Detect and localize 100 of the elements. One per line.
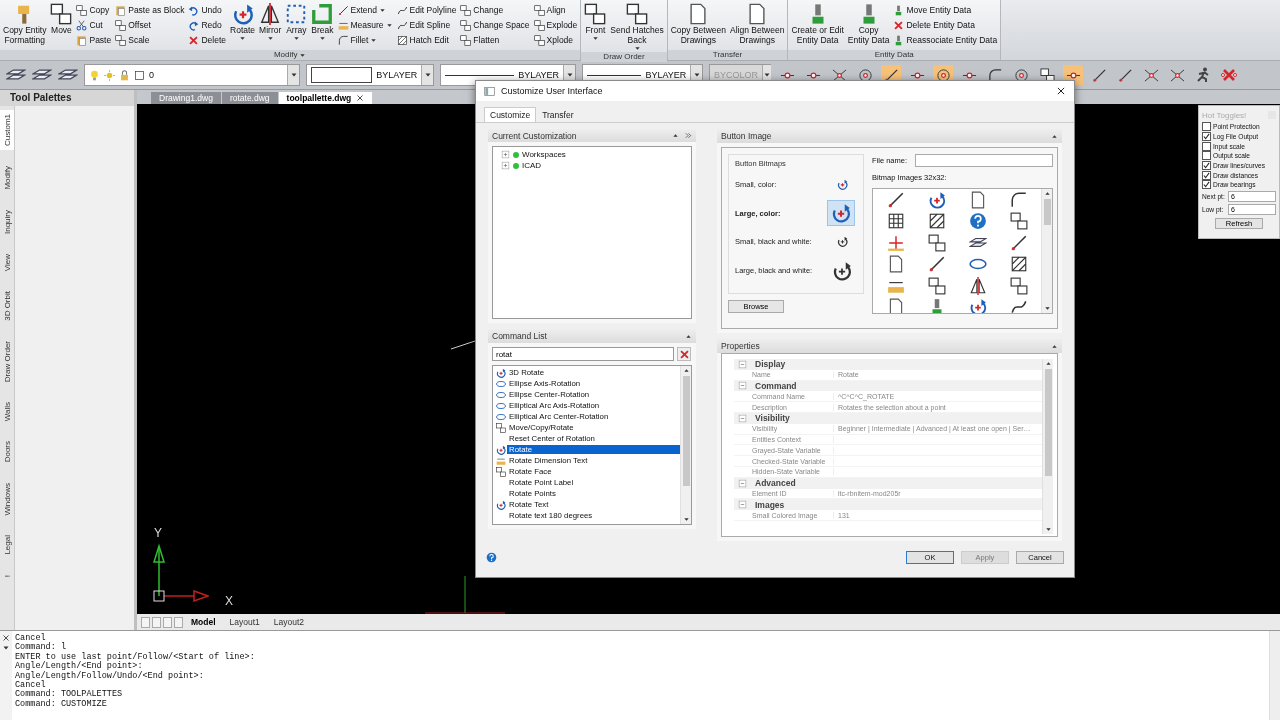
tree-item[interactable]: ICAD xyxy=(522,161,542,171)
tool-button[interactable]: Xplode xyxy=(532,33,579,47)
scrollbar-thumb[interactable] xyxy=(1043,199,1051,225)
tool-button[interactable]: Copy Entity Formatting xyxy=(2,3,48,45)
caret-icon xyxy=(318,35,326,42)
tool-button[interactable]: Measure xyxy=(336,18,394,32)
axis-label: X xyxy=(225,594,233,608)
squares-icon xyxy=(50,3,73,25)
checkbox[interactable] xyxy=(1202,151,1211,161)
tool-button[interactable]: Extend xyxy=(336,3,394,17)
caret-icon xyxy=(299,51,307,59)
scrollbar[interactable] xyxy=(1042,359,1053,534)
palette-tab[interactable]: Modify xyxy=(0,162,14,194)
checkbox[interactable] xyxy=(1202,180,1211,190)
palette-tab[interactable]: Inquiry xyxy=(0,205,14,238)
tool-button[interactable]: Hatch Edit xyxy=(395,33,458,47)
tool-button[interactable]: Redo xyxy=(187,18,228,32)
palette-tab[interactable]: Walls xyxy=(0,397,14,426)
dialog-tab[interactable]: Customize xyxy=(484,107,537,122)
tool-button[interactable]: Copy Between Drawings xyxy=(669,3,728,45)
palette-tab[interactable]: Draw Order xyxy=(0,336,14,386)
caret-icon xyxy=(2,644,10,652)
layout-tab[interactable]: Model xyxy=(185,617,222,627)
tool-button[interactable]: Scale xyxy=(114,33,186,47)
tool-button[interactable]: Copy Entity Data xyxy=(846,3,891,45)
tool-button[interactable]: Create or Edit Entity Data xyxy=(790,3,845,45)
palette-tab[interactable]: Custom1 xyxy=(0,110,14,150)
checkbox[interactable] xyxy=(1202,161,1211,171)
file-name-field[interactable] xyxy=(915,154,1053,167)
scrollbar[interactable] xyxy=(680,366,691,524)
color-dropdown[interactable]: BYLAYER xyxy=(306,64,434,86)
tool-button[interactable]: Reassociate Entity Data xyxy=(892,33,999,47)
tool-button[interactable]: Change xyxy=(459,3,531,17)
tool-button[interactable]: Undo xyxy=(187,3,228,17)
tool-button[interactable]: Align xyxy=(532,3,579,17)
tool-button[interactable]: Cut xyxy=(75,18,113,32)
tool-button[interactable]: Offset xyxy=(114,18,186,32)
tool-button[interactable]: Break xyxy=(310,3,335,42)
snap-point-icon xyxy=(1143,67,1159,83)
search-field[interactable]: rotat xyxy=(492,347,674,361)
undo-icon xyxy=(188,4,200,16)
scrollbar-thumb[interactable] xyxy=(1044,369,1052,476)
tool-button[interactable]: Move Entity Data xyxy=(892,3,999,17)
palette-tab[interactable]: Windows xyxy=(0,478,14,519)
palette-tab[interactable]: ! xyxy=(0,570,14,581)
tool-button[interactable]: Move xyxy=(49,3,74,35)
tool-button[interactable]: Explode xyxy=(532,18,579,32)
panel-title: Button Image xyxy=(721,131,772,141)
tool-button[interactable]: Edit Spline xyxy=(395,18,458,32)
tool-button[interactable]: Delete xyxy=(187,33,228,47)
caret-icon xyxy=(1044,526,1052,533)
ellipse-icon xyxy=(496,389,506,400)
tool-button[interactable]: Paste xyxy=(75,33,113,47)
palette-tab[interactable]: Doors xyxy=(0,437,14,467)
scrollbar[interactable] xyxy=(1041,189,1052,313)
line-icon xyxy=(886,190,905,209)
palette-tab[interactable]: Legal xyxy=(0,531,14,559)
clear-search-button[interactable] xyxy=(677,347,691,361)
tool-button[interactable]: Align Between Drawings xyxy=(729,3,786,45)
squares-icon xyxy=(496,422,506,433)
clear-icon xyxy=(1221,67,1237,83)
checkbox[interactable] xyxy=(1202,170,1211,180)
layout-tab[interactable]: Layout2 xyxy=(267,617,311,627)
command-line-text: Command: CUSTOMIZE xyxy=(15,699,108,710)
caret-icon xyxy=(682,516,690,523)
delete-icon xyxy=(678,348,690,360)
squares-icon xyxy=(533,4,545,16)
bitmap-preview[interactable] xyxy=(827,200,855,227)
document-tab[interactable]: toolpallette.dwg xyxy=(278,92,373,104)
tool-button[interactable]: Rotate xyxy=(229,3,257,42)
squares-icon xyxy=(927,233,946,252)
dialog-tab[interactable]: Transfer xyxy=(536,107,580,122)
help-icon xyxy=(968,212,987,231)
layout-tab[interactable]: Layout1 xyxy=(223,617,266,627)
layer-dropdown[interactable]: 0 xyxy=(84,64,300,86)
tool-button[interactable]: Delete Entity Data xyxy=(892,18,999,32)
tool-button[interactable]: Paste as Block xyxy=(114,3,186,17)
close-icon xyxy=(2,634,10,642)
tool-button[interactable]: Send Hatches Back xyxy=(609,3,665,52)
curve-icon xyxy=(396,4,408,16)
squares-icon xyxy=(584,3,607,25)
tool-button[interactable]: Front xyxy=(583,3,608,42)
palette-tab[interactable]: 3D Orbit xyxy=(0,286,14,325)
tool-button[interactable]: Flatten xyxy=(459,33,531,47)
checkbox[interactable] xyxy=(1202,141,1211,151)
close-button[interactable] xyxy=(1056,86,1066,96)
tool-button[interactable]: Edit Polyline xyxy=(395,3,458,17)
tool-button[interactable]: Copy xyxy=(75,3,113,17)
scrollbar[interactable] xyxy=(1269,631,1280,720)
group-label: Transfer xyxy=(712,50,743,60)
checkbox[interactable] xyxy=(1202,122,1211,132)
tool-button[interactable]: Change Space xyxy=(459,18,531,32)
scrollbar-thumb[interactable] xyxy=(682,376,690,486)
tree-item[interactable]: Workspaces xyxy=(522,150,566,160)
palette-tab[interactable]: View xyxy=(0,249,14,275)
curve-icon xyxy=(396,19,408,31)
tool-button[interactable]: Fillet xyxy=(336,33,394,47)
tool-button[interactable]: Mirror xyxy=(258,3,283,42)
checkbox[interactable] xyxy=(1202,132,1211,142)
tool-button[interactable]: Array xyxy=(284,3,309,42)
